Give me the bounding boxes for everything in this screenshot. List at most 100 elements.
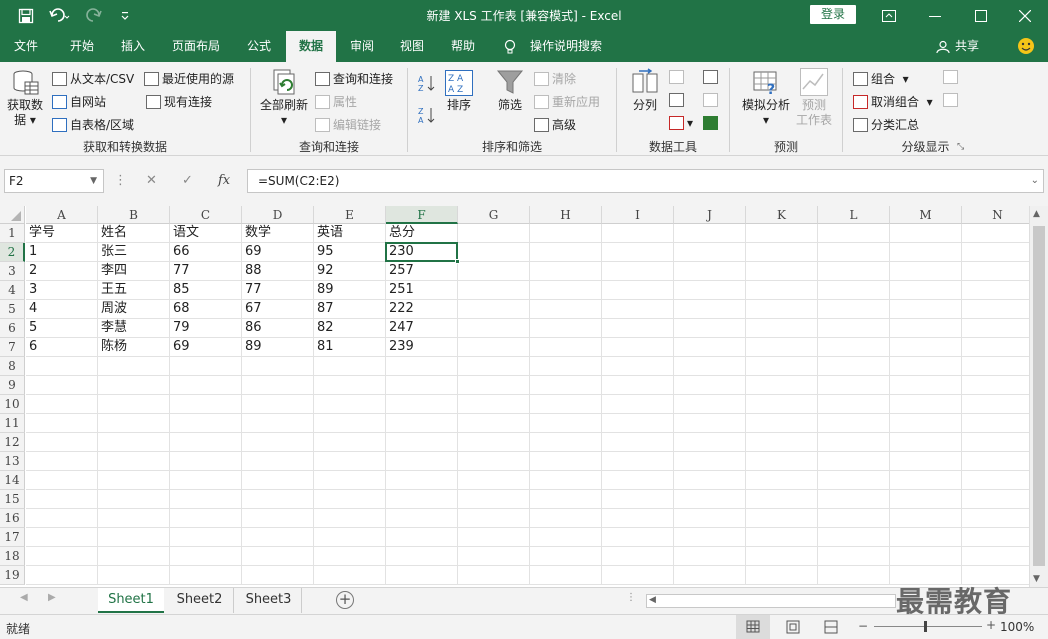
cell-m16[interactable] xyxy=(890,509,962,528)
cell-a14[interactable] xyxy=(26,471,98,490)
cell-b15[interactable] xyxy=(98,490,170,509)
cell-l8[interactable] xyxy=(818,357,890,376)
sheet-tab-sheet3[interactable]: Sheet3 xyxy=(236,588,302,613)
cell-e13[interactable] xyxy=(314,452,386,471)
cell-i17[interactable] xyxy=(602,528,674,547)
cell-m12[interactable] xyxy=(890,433,962,452)
cell-b8[interactable] xyxy=(98,357,170,376)
cell-f15[interactable] xyxy=(386,490,458,509)
cell-f5[interactable]: 222 xyxy=(386,300,458,319)
maximize-icon[interactable] xyxy=(958,0,1004,31)
cell-h17[interactable] xyxy=(530,528,602,547)
cell-c12[interactable] xyxy=(170,433,242,452)
cancel-icon[interactable]: ✕ xyxy=(146,169,157,193)
cell-c13[interactable] xyxy=(170,452,242,471)
row-header-6[interactable]: 6 xyxy=(0,319,25,338)
cell-a16[interactable] xyxy=(26,509,98,528)
cell-j2[interactable] xyxy=(674,243,746,262)
cell-d11[interactable] xyxy=(242,414,314,433)
cell-m8[interactable] xyxy=(890,357,962,376)
column-header-l[interactable]: L xyxy=(818,206,890,224)
what-if-analysis-button[interactable]: ? 模拟分析 ▾ xyxy=(736,68,796,128)
cell-g7[interactable] xyxy=(458,338,530,357)
cell-i10[interactable] xyxy=(602,395,674,414)
cell-i19[interactable] xyxy=(602,566,674,585)
cell-e2[interactable]: 95 xyxy=(314,243,386,262)
page-layout-view-icon[interactable] xyxy=(778,615,808,639)
cell-n3[interactable] xyxy=(962,262,1034,281)
cell-k1[interactable] xyxy=(746,224,818,243)
cell-m1[interactable] xyxy=(890,224,962,243)
cell-h11[interactable] xyxy=(530,414,602,433)
cell-i8[interactable] xyxy=(602,357,674,376)
tab-formulas[interactable]: 公式 xyxy=(236,31,282,62)
cell-j10[interactable] xyxy=(674,395,746,414)
cell-l6[interactable] xyxy=(818,319,890,338)
cell-h2[interactable] xyxy=(530,243,602,262)
share-button[interactable]: 共享 xyxy=(952,31,982,62)
cell-i4[interactable] xyxy=(602,281,674,300)
cell-e3[interactable]: 92 xyxy=(314,262,386,281)
cell-b14[interactable] xyxy=(98,471,170,490)
cell-n17[interactable] xyxy=(962,528,1034,547)
row-header-1[interactable]: 1 xyxy=(0,224,25,243)
cell-c16[interactable] xyxy=(170,509,242,528)
cell-n16[interactable] xyxy=(962,509,1034,528)
close-icon[interactable] xyxy=(1002,0,1048,31)
cell-g17[interactable] xyxy=(458,528,530,547)
cell-j18[interactable] xyxy=(674,547,746,566)
cell-h14[interactable] xyxy=(530,471,602,490)
cell-d18[interactable] xyxy=(242,547,314,566)
zoom-in-icon[interactable]: + xyxy=(986,618,996,632)
cell-k18[interactable] xyxy=(746,547,818,566)
cell-i9[interactable] xyxy=(602,376,674,395)
cell-k13[interactable] xyxy=(746,452,818,471)
cell-e11[interactable] xyxy=(314,414,386,433)
cell-f6[interactable]: 247 xyxy=(386,319,458,338)
cell-k14[interactable] xyxy=(746,471,818,490)
cell-j3[interactable] xyxy=(674,262,746,281)
cell-a10[interactable] xyxy=(26,395,98,414)
cell-n2[interactable] xyxy=(962,243,1034,262)
cell-k8[interactable] xyxy=(746,357,818,376)
cell-d15[interactable] xyxy=(242,490,314,509)
next-sheet-icon[interactable]: ▶ xyxy=(48,592,56,603)
cell-g14[interactable] xyxy=(458,471,530,490)
cell-f3[interactable]: 257 xyxy=(386,262,458,281)
cell-h3[interactable] xyxy=(530,262,602,281)
cell-k12[interactable] xyxy=(746,433,818,452)
cell-e17[interactable] xyxy=(314,528,386,547)
login-button[interactable]: 登录 xyxy=(810,5,856,24)
cell-m3[interactable] xyxy=(890,262,962,281)
cell-l16[interactable] xyxy=(818,509,890,528)
cell-j13[interactable] xyxy=(674,452,746,471)
row-header-8[interactable]: 8 xyxy=(0,357,25,376)
cell-h8[interactable] xyxy=(530,357,602,376)
cell-i16[interactable] xyxy=(602,509,674,528)
cell-i5[interactable] xyxy=(602,300,674,319)
cell-j8[interactable] xyxy=(674,357,746,376)
from-table-button[interactable]: 自表格/区域 xyxy=(52,116,134,133)
cell-f1[interactable]: 总分 xyxy=(386,224,458,243)
cell-a17[interactable] xyxy=(26,528,98,547)
cell-j7[interactable] xyxy=(674,338,746,357)
cell-a2[interactable]: 1 xyxy=(26,243,98,262)
cell-g16[interactable] xyxy=(458,509,530,528)
cell-a3[interactable]: 2 xyxy=(26,262,98,281)
tab-review[interactable]: 审阅 xyxy=(340,31,384,62)
worksheet-grid[interactable]: ABCDEFGHIJKLMN 1 2 3 4 5 6 7 8 9 10 11 12 13 14 15 16 17… xyxy=(0,206,1048,587)
cell-e19[interactable] xyxy=(314,566,386,585)
cell-e10[interactable] xyxy=(314,395,386,414)
tab-file[interactable]: 文件 xyxy=(2,31,50,62)
get-data-button[interactable]: 获取数 据 ▾ xyxy=(4,68,46,128)
cell-c9[interactable] xyxy=(170,376,242,395)
row-header-11[interactable]: 11 xyxy=(0,414,25,433)
cell-a1[interactable]: 学号 xyxy=(26,224,98,243)
row-header-7[interactable]: 7 xyxy=(0,338,25,357)
cell-b13[interactable] xyxy=(98,452,170,471)
row-header-13[interactable]: 13 xyxy=(0,452,25,471)
manage-data-model-icon[interactable] xyxy=(703,116,721,130)
cell-a8[interactable] xyxy=(26,357,98,376)
cell-m9[interactable] xyxy=(890,376,962,395)
cell-j19[interactable] xyxy=(674,566,746,585)
